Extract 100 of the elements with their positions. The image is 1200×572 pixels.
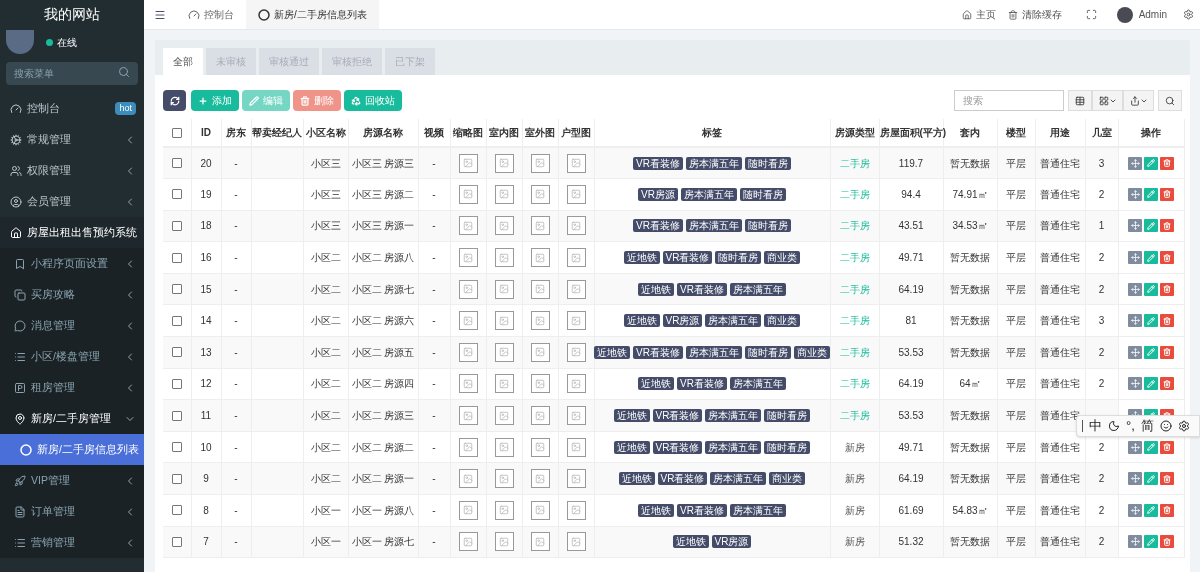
column-header: 几室	[1091, 127, 1112, 138]
table-cell: 小区二 房源五	[351, 346, 415, 358]
table-cell: 小区二 房源八	[351, 252, 415, 264]
table-cell: 61.69	[898, 504, 924, 516]
table-cell: 81	[905, 315, 917, 327]
table-cell: -	[234, 346, 238, 358]
tag: 房本满五年	[685, 156, 742, 170]
tag: 近地铁	[613, 409, 650, 423]
table-cell: 12	[200, 378, 212, 390]
table-cell: 普通住宅	[1040, 346, 1080, 358]
table-cell: 2	[1098, 441, 1105, 453]
table-cell: 普通住宅	[1040, 473, 1080, 485]
column-header: 操作	[1141, 127, 1161, 138]
column-header: 帮卖经纪人	[252, 127, 302, 138]
table-cell: 3	[1098, 157, 1105, 169]
table-cell: 暂无数据	[950, 410, 990, 422]
table-cell: 2	[1098, 188, 1105, 200]
table-cell: 普通住宅	[1040, 157, 1080, 169]
table-cell: 暂无数据	[950, 441, 990, 453]
table-cell: 49.71	[898, 252, 924, 264]
column-header: 用途	[1050, 127, 1070, 138]
column-header: 房东	[226, 127, 246, 138]
table-cell: 普通住宅	[1040, 188, 1080, 200]
table-cell: 平层	[1006, 473, 1026, 485]
column-header: 楼型	[1006, 127, 1026, 138]
table-cell: 49.71	[898, 441, 924, 453]
tag: 近地铁	[638, 282, 675, 296]
table-cell: 20	[200, 157, 212, 169]
table-cell: -	[234, 410, 238, 422]
table-cell: 16	[200, 252, 212, 264]
table-cell: 11	[200, 410, 212, 422]
table-cell: 暂无数据	[950, 536, 990, 548]
table-cell: 二手房	[839, 188, 870, 200]
table-cell: 74.91㎡	[952, 188, 988, 200]
tag: VR房源	[638, 187, 678, 201]
table-cell: 3	[1098, 315, 1105, 327]
table-cell: -	[234, 536, 238, 548]
online-status: 在线	[46, 34, 77, 50]
table-cell: 小区三 房源二	[351, 188, 415, 200]
table-cell: 暂无数据	[950, 283, 990, 295]
column-header: 室外图	[525, 127, 555, 138]
table-cell: 18	[200, 220, 212, 232]
table-cell: 平层	[1006, 536, 1026, 548]
table-cell: -	[432, 283, 436, 295]
table-cell: -	[432, 536, 436, 548]
table-cell: 暂无数据	[950, 473, 990, 485]
table-cell: 2	[1098, 283, 1105, 295]
table-cell: -	[234, 188, 238, 200]
tag: 随时看房	[739, 187, 786, 201]
table-cell: 小区二 房源六	[351, 315, 415, 327]
hot-badge: hot	[115, 102, 136, 115]
tag: 随时看房	[744, 156, 791, 170]
table-cell: 34.53㎡	[952, 220, 988, 232]
table-cell: 小区二	[310, 473, 341, 485]
column-header: ID	[201, 127, 211, 138]
table-cell: 二手房	[839, 157, 870, 169]
column-header: 房源名称	[363, 127, 403, 138]
table-cell: 普通住宅	[1040, 441, 1080, 453]
table-cell: 小区三	[310, 220, 341, 232]
tag: VR看装修	[633, 219, 683, 233]
tag: 随时看房	[744, 345, 791, 359]
tag: 房本满五年	[729, 282, 786, 296]
table-cell: 新房	[844, 441, 865, 453]
table-cell: -	[234, 252, 238, 264]
table-cell: -	[234, 473, 238, 485]
tag: VR看装修	[652, 440, 703, 454]
table-cell: 10	[200, 441, 212, 453]
table-cell: -	[234, 378, 238, 390]
tag: VR看装修	[652, 409, 703, 423]
table-cell: 平层	[1006, 504, 1026, 516]
tag: 商业类	[764, 314, 801, 328]
table-cell: 8	[203, 504, 209, 516]
column-header: 室内图	[489, 127, 519, 138]
table-cell: -	[234, 441, 238, 453]
table-cell: 小区三 房源一	[351, 220, 415, 232]
table-cell: 普通住宅	[1040, 283, 1080, 295]
table-cell: 54.83㎡	[952, 504, 988, 516]
table-cell: 小区二	[310, 410, 341, 422]
tag: 房本满五年	[705, 440, 762, 454]
tag: VR房源	[711, 535, 752, 549]
table-cell: 平层	[1006, 283, 1026, 295]
table-cell: 新房	[844, 473, 865, 485]
table-cell: 平层	[1006, 378, 1026, 390]
table-cell: 二手房	[839, 283, 870, 295]
table-cell: 二手房	[839, 410, 870, 422]
table-cell: 64.19	[898, 283, 924, 295]
table-cell: 暂无数据	[950, 346, 990, 358]
tag: 近地铁	[613, 440, 650, 454]
tag: 近地铁	[623, 251, 660, 265]
table-cell: 19	[200, 188, 212, 200]
table-cell: 119.7	[898, 157, 924, 169]
table-cell: -	[432, 188, 436, 200]
column-header: 套内	[960, 127, 980, 138]
column-header: 小区名称	[305, 127, 346, 138]
site-title: 我的网站	[43, 4, 101, 24]
table-cell: 53.53	[898, 346, 924, 358]
table-cell: 小区二	[310, 283, 341, 295]
column-header: 户型图	[561, 127, 591, 138]
tag: 房本满五年	[705, 314, 762, 328]
tag: 近地铁	[594, 345, 631, 359]
